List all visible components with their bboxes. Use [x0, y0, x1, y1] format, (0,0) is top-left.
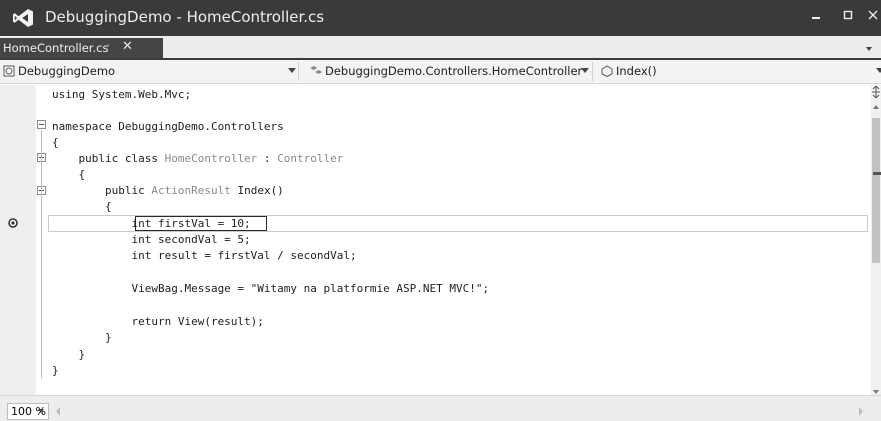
tab-close-icon[interactable]: ✕: [122, 39, 133, 54]
chevron-down-icon: [876, 68, 881, 73]
code-line: int result = firstVal / secondVal;: [52, 249, 357, 262]
zoom-combo[interactable]: 100 %: [7, 403, 49, 420]
code-line: ViewBag.Message = "Witamy na platformie …: [52, 282, 490, 295]
indicator-margin[interactable]: [0, 85, 36, 395]
code-line: {: [52, 200, 112, 213]
tab-homecontroller[interactable]: HomeController.cs ˒ ✕: [0, 38, 163, 58]
navigation-bar: DebuggingDemo DebuggingDemo.Controllers.…: [0, 60, 881, 84]
member-combo[interactable]: Index(): [597, 62, 881, 81]
pin-icon[interactable]: ˒: [107, 41, 110, 52]
scroll-left-icon[interactable]: [55, 407, 61, 416]
close-window-button[interactable]: [857, 0, 881, 30]
title-bar: DebuggingDemo - HomeController.cs: [0, 0, 881, 36]
visual-studio-logo-icon: [13, 9, 33, 27]
vertical-scroll-thumb[interactable]: [872, 118, 880, 263]
return-type-identifier: ActionResult: [151, 184, 231, 197]
class-name: DebuggingDemo.Controllers.HomeController: [325, 64, 583, 78]
code-line: return View(result);: [52, 315, 264, 328]
code-text: Index(): [230, 184, 284, 197]
code-line: }: [52, 348, 86, 361]
code-text: :: [257, 152, 278, 165]
collapse-namespace-icon[interactable]: [37, 120, 46, 129]
project-name: DebuggingDemo: [18, 64, 116, 78]
chevron-down-icon: [38, 409, 44, 413]
class-combo[interactable]: DebuggingDemo.Controllers.HomeController: [303, 62, 593, 81]
code-line: {: [52, 136, 59, 149]
code-line: {: [52, 168, 86, 181]
code-line: public ActionResult Index(): [52, 183, 284, 198]
class-identifier: HomeController: [164, 152, 258, 165]
execution-pointer-icon: [8, 218, 18, 228]
code-line: using System.Web.Mvc;: [52, 88, 192, 101]
code-line: int secondVal = 5;: [52, 233, 251, 246]
code-line: }: [52, 331, 112, 344]
scrollbar-marker: [873, 172, 881, 175]
member-name: Index(): [616, 64, 657, 78]
project-icon: [3, 65, 15, 77]
maximize-icon: [843, 10, 853, 20]
minimize-icon: [812, 17, 820, 19]
close-icon: [868, 10, 878, 20]
tab-label: HomeController.cs: [3, 41, 109, 55]
class-icon: [310, 66, 322, 74]
horizontal-scrollbar[interactable]: [0, 395, 881, 421]
tab-overflow-dropdown-icon[interactable]: [864, 44, 874, 54]
code-line: }: [52, 364, 59, 377]
base-class-identifier: Controller: [277, 152, 344, 165]
scroll-right-icon[interactable]: [858, 407, 864, 416]
method-icon: [601, 65, 613, 77]
code-line: namespace DebuggingDemo.Controllers: [52, 120, 284, 133]
scroll-up-icon[interactable]: [873, 104, 879, 110]
splitter-icon[interactable]: [872, 86, 880, 98]
minimize-button[interactable]: [800, 0, 832, 30]
code-text: public: [52, 184, 152, 197]
outline-guide: [41, 130, 42, 378]
project-combo[interactable]: DebuggingDemo: [0, 62, 299, 81]
code-line: public class HomeController : Controller: [52, 151, 343, 166]
chevron-down-icon: [581, 68, 589, 73]
code-text: public class: [52, 152, 165, 165]
code-line-current: int firstVal = 10;: [52, 217, 251, 230]
chevron-down-icon: [288, 68, 296, 73]
window-title: DebuggingDemo - HomeController.cs: [45, 8, 325, 26]
